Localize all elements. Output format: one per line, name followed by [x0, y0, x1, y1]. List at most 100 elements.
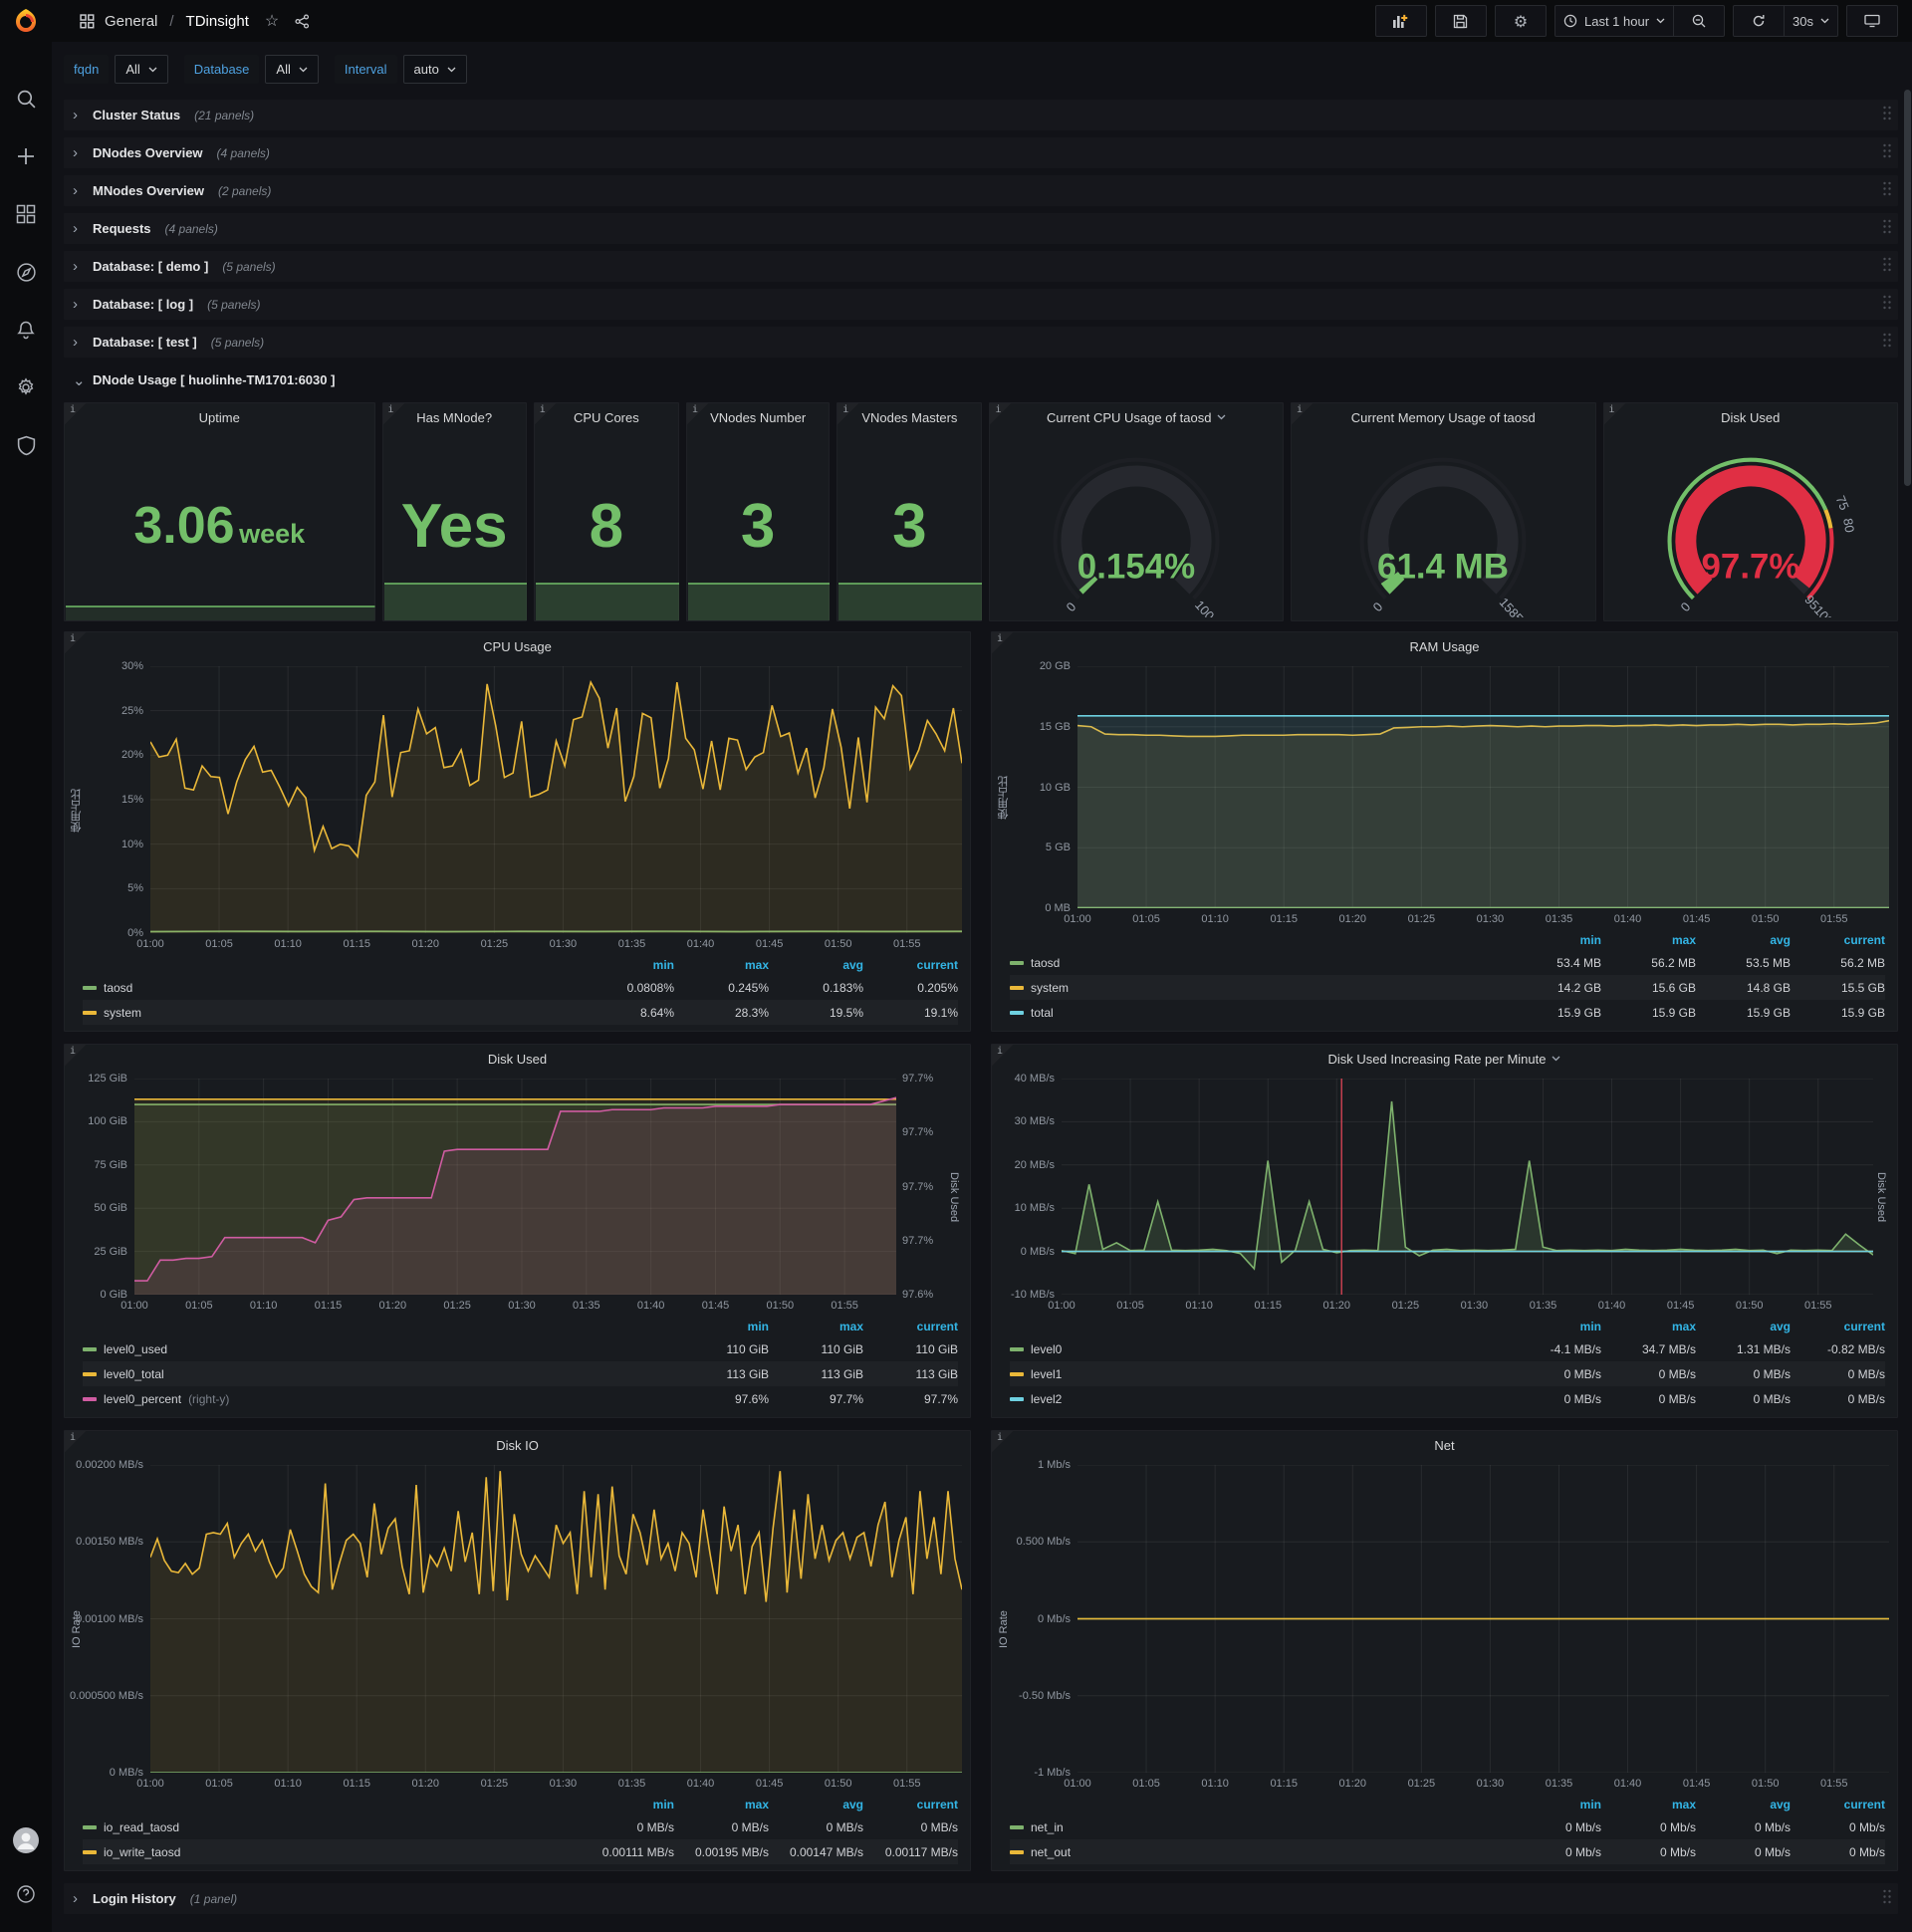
legend-column-header[interactable]: current [1791, 1320, 1885, 1333]
drag-handle-icon[interactable] [1882, 333, 1892, 353]
sidebar-item-user-avatar[interactable] [0, 1820, 52, 1860]
drag-handle-icon[interactable] [1882, 257, 1892, 277]
sidebar-item-dashboards[interactable] [0, 185, 52, 243]
legend-row[interactable]: net_out 0 Mb/s 0 Mb/s 0 Mb/s 0 Mb/s [1010, 1839, 1885, 1864]
panel-title[interactable]: Current Memory Usage of taosd [1292, 403, 1595, 431]
chart-plot[interactable] [150, 1465, 962, 1773]
legend-row[interactable]: level0_total 113 GiB 113 GiB 113 GiB [83, 1361, 958, 1386]
panel-title[interactable]: Disk Used [65, 1045, 970, 1073]
refresh-interval-button[interactable]: 30s [1785, 5, 1838, 37]
legend-row[interactable]: level0_percent (right-y) 97.6% 97.7% 97.7% [83, 1386, 958, 1411]
legend-row[interactable]: io_write_taosd 0.00111 MB/s 0.00195 MB/s 0.… [83, 1839, 958, 1864]
legend-column-header[interactable]: current [863, 1798, 958, 1811]
legend-row[interactable]: level1 0 MB/s 0 MB/s 0 MB/s 0 MB/s [1010, 1361, 1885, 1386]
variable-value-dropdown[interactable]: All [265, 55, 319, 84]
legend-row[interactable]: taosd 0.0808% 0.245% 0.183% 0.205% [83, 975, 958, 1000]
row-header-database-log-[interactable]: › Database: [ log ] (5 panels) [64, 289, 1898, 320]
sidebar-item-explore[interactable] [0, 243, 52, 301]
drag-handle-icon[interactable] [1882, 143, 1892, 163]
breadcrumb-section[interactable]: General [105, 13, 157, 30]
panel-title[interactable]: Disk IO [65, 1431, 970, 1459]
legend-column-header[interactable]: avg [1696, 1320, 1791, 1333]
row-header-requests[interactable]: › Requests (4 panels) [64, 213, 1898, 244]
panel-title[interactable]: VNodes Number [687, 403, 829, 431]
sidebar-item-search[interactable] [0, 70, 52, 127]
panel-title[interactable]: Uptime [65, 403, 374, 431]
drag-handle-icon[interactable] [1882, 295, 1892, 315]
drag-handle-icon[interactable] [1882, 181, 1892, 201]
row-header-cluster-status[interactable]: › Cluster Status (21 panels) [64, 100, 1898, 130]
legend-column-header[interactable]: current [1791, 933, 1885, 947]
chart-plot[interactable] [1077, 666, 1889, 908]
star-icon[interactable]: ☆ [265, 11, 279, 31]
legend-column-header[interactable]: min [580, 958, 674, 972]
legend-column-header[interactable]: min [1507, 1320, 1601, 1333]
row-header-mnodes-overview[interactable]: › MNodes Overview (2 panels) [64, 175, 1898, 206]
legend-row[interactable]: level0 -4.1 MB/s 34.7 MB/s 1.31 MB/s -0.82 M… [1010, 1336, 1885, 1361]
legend-column-header[interactable]: avg [769, 1798, 863, 1811]
zoom-out-button[interactable] [1674, 5, 1726, 37]
cycle-view-button[interactable] [1846, 5, 1898, 37]
legend-column-header[interactable]: max [769, 1320, 863, 1333]
legend-column-header[interactable]: avg [1696, 1798, 1791, 1811]
dashboard-settings-button[interactable]: ⚙ [1494, 5, 1547, 37]
legend-column-header[interactable]: min [674, 1320, 769, 1333]
panel-title[interactable]: Current CPU Usage of taosd [990, 403, 1283, 431]
legend-column-header[interactable]: max [674, 1798, 769, 1811]
grafana-logo[interactable] [0, 0, 52, 42]
panel-title[interactable]: Has MNode? [383, 403, 526, 431]
row-header-database-test-[interactable]: › Database: [ test ] (5 panels) [64, 327, 1898, 358]
legend-column-header[interactable]: min [1507, 1798, 1601, 1811]
drag-handle-icon[interactable] [1882, 106, 1892, 125]
legend-column-header[interactable]: min [580, 1798, 674, 1811]
chart-plot[interactable] [1062, 1079, 1873, 1295]
legend-column-header[interactable]: avg [769, 958, 863, 972]
drag-handle-icon[interactable] [1882, 1889, 1892, 1909]
chart-plot[interactable] [150, 666, 962, 933]
time-picker-button[interactable]: Last 1 hour [1554, 5, 1675, 37]
legend-column-header[interactable]: max [1601, 1320, 1696, 1333]
legend-column-header[interactable]: avg [1696, 933, 1791, 947]
legend-row[interactable]: taosd 53.4 MB 56.2 MB 53.5 MB 56.2 MB [1010, 950, 1885, 975]
sidebar-item-configuration[interactable] [0, 359, 52, 416]
chart-plot[interactable] [134, 1079, 896, 1295]
legend-column-header[interactable]: min [1507, 933, 1601, 947]
panel-title[interactable]: CPU Usage [65, 632, 970, 660]
breadcrumb-page[interactable]: TDinsight [186, 13, 249, 30]
sidebar-item-add[interactable] [0, 127, 52, 185]
legend-row[interactable]: level2 0 MB/s 0 MB/s 0 MB/s 0 MB/s [1010, 1386, 1885, 1411]
share-icon[interactable] [295, 13, 310, 29]
chart-plot[interactable] [1077, 1465, 1889, 1773]
legend-column-header[interactable]: max [674, 958, 769, 972]
legend-row[interactable]: total 15.9 GB 15.9 GB 15.9 GB 15.9 GB [1010, 1000, 1885, 1025]
legend-row[interactable]: system 8.64% 28.3% 19.5% 19.1% [83, 1000, 958, 1025]
legend-column-header[interactable]: max [1601, 933, 1696, 947]
legend-column-header[interactable]: current [863, 958, 958, 972]
row-header-database-demo-[interactable]: › Database: [ demo ] (5 panels) [64, 251, 1898, 282]
legend-column-header[interactable]: max [1601, 1798, 1696, 1811]
panel-title[interactable]: Net [992, 1431, 1897, 1459]
panel-title[interactable]: RAM Usage [992, 632, 1897, 660]
variable-value-dropdown[interactable]: auto [402, 55, 467, 84]
panel-title[interactable]: VNodes Masters [837, 403, 981, 431]
save-dashboard-button[interactable] [1434, 5, 1487, 37]
panel-title[interactable]: Disk Used [1604, 403, 1897, 431]
panel-title[interactable]: CPU Cores [535, 403, 678, 431]
sidebar-item-help[interactable] [0, 1874, 52, 1914]
panel-title[interactable]: Disk Used Increasing Rate per Minute [992, 1045, 1897, 1073]
legend-row[interactable]: system 14.2 GB 15.6 GB 14.8 GB 15.5 GB [1010, 975, 1885, 1000]
variable-value-dropdown[interactable]: All [115, 55, 168, 84]
legend-row[interactable]: level0_used 110 GiB 110 GiB 110 GiB [83, 1336, 958, 1361]
row-header-login-history[interactable]: › Login History (1 panel) [64, 1883, 1898, 1914]
legend-column-header[interactable]: current [1791, 1798, 1885, 1811]
legend-row[interactable]: net_in 0 Mb/s 0 Mb/s 0 Mb/s 0 Mb/s [1010, 1814, 1885, 1839]
legend-column-header[interactable]: current [863, 1320, 958, 1333]
add-panel-button[interactable] [1374, 5, 1427, 37]
page-scrollbar-thumb[interactable] [1904, 90, 1911, 486]
sidebar-item-alerting[interactable] [0, 301, 52, 359]
refresh-button[interactable] [1733, 5, 1786, 37]
sidebar-item-server-admin[interactable] [0, 416, 52, 474]
legend-row[interactable]: io_read_taosd 0 MB/s 0 MB/s 0 MB/s 0 MB/s [83, 1814, 958, 1839]
row-header-dnodes-overview[interactable]: › DNodes Overview (4 panels) [64, 137, 1898, 168]
row-header-dnode-usage[interactable]: ⌄ DNode Usage [ huolinhe-TM1701:6030 ] [64, 364, 1898, 395]
